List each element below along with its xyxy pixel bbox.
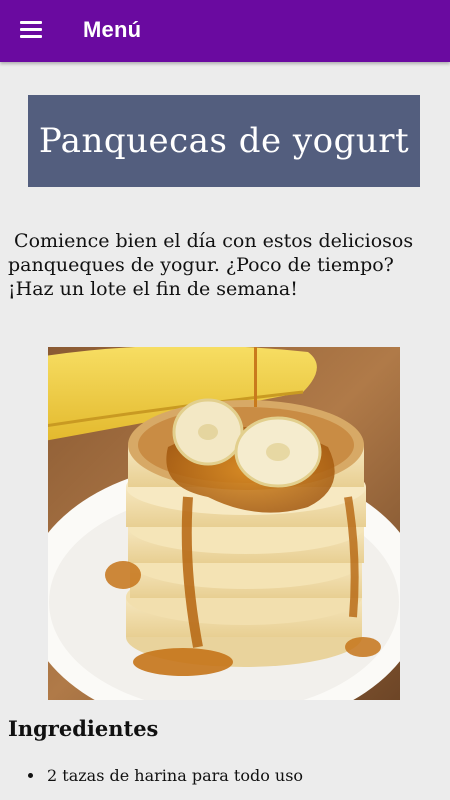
pancake-stack-image — [48, 347, 400, 700]
hamburger-menu-icon[interactable] — [20, 21, 42, 39]
app-bar: Menú — [0, 0, 450, 62]
recipe-title-banner: Panquecas de yogurt — [28, 95, 420, 187]
ingredients-list: 2 tazas de harina para todo uso — [0, 763, 303, 789]
recipe-title: Panquecas de yogurt — [38, 121, 410, 161]
list-item: 2 tazas de harina para todo uso — [45, 763, 303, 789]
app-bar-title[interactable]: Menú — [83, 17, 141, 43]
ingredients-heading: Ingredientes — [8, 716, 159, 741]
recipe-intro: Comience bien el día con estos delicioso… — [8, 230, 420, 300]
